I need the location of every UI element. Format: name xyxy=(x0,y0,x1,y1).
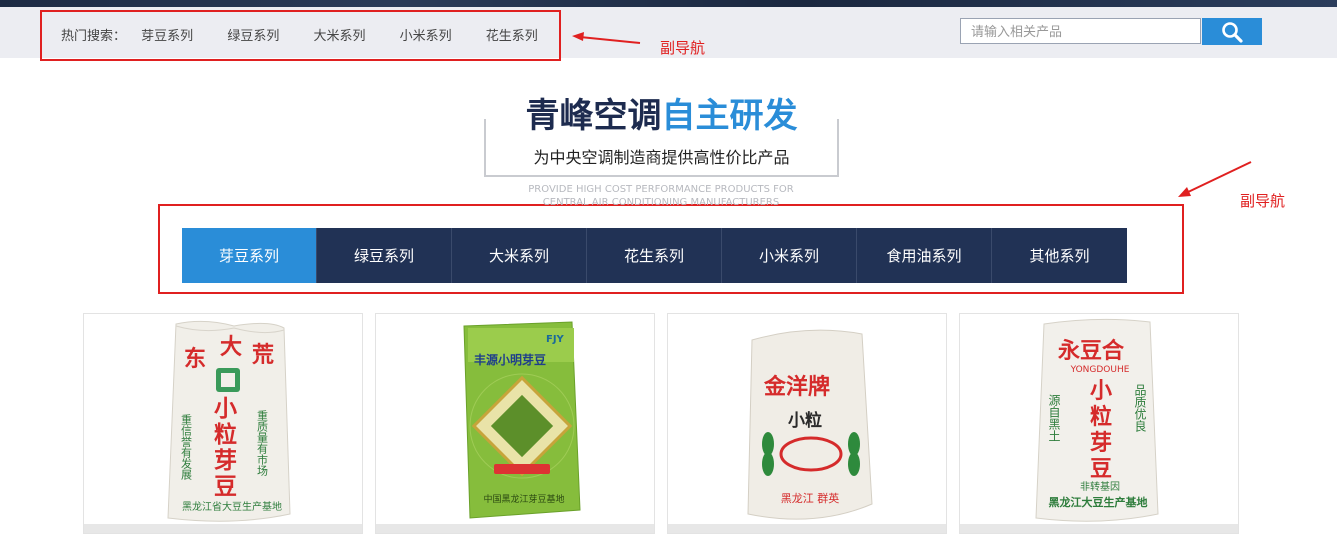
bag-bottom-text: 中国黑龙江芽豆基地 xyxy=(483,493,564,505)
bag-brand-text: 永豆合 xyxy=(1058,338,1125,364)
section-subtitle: 为中央空调制造商提供高性价比产品 xyxy=(533,148,790,167)
tab-peanut[interactable]: 花生系列 xyxy=(587,228,722,283)
bag-logo-text: FJY xyxy=(546,334,565,345)
product-card-footer xyxy=(960,524,1238,533)
tab-rice[interactable]: 大米系列 xyxy=(452,228,587,283)
bag-product-text: 小粒 xyxy=(788,410,822,431)
category-tabs: 芽豆系列 绿豆系列 大米系列 花生系列 小米系列 食用油系列 其他系列 xyxy=(182,228,1127,283)
search-button[interactable] xyxy=(1202,18,1262,45)
search-icon xyxy=(1222,21,1243,43)
bag-product-char-4: 豆 xyxy=(1090,456,1112,482)
bag-product-char-1: 小 xyxy=(1090,378,1112,404)
product-image-bag: 金洋牌 小粒 黑龙江 群英 xyxy=(747,329,873,520)
product-card[interactable]: 东 大 荒 小 粒 芽 豆 重信誉有发展 重质量有市场 黑龙江省大豆生产基地 xyxy=(83,313,363,534)
bag-product-char-2: 粒 xyxy=(1090,404,1112,430)
section-english-subtitle: PROVIDE HIGH COST PERFORMANCE PRODUCTS F… xyxy=(528,184,794,207)
bag-bottom-text: 黑龙江大豆生产基地 xyxy=(1049,495,1148,509)
search-field[interactable] xyxy=(960,18,1201,44)
bag-brand-text: 丰源小明芽豆 xyxy=(474,352,546,367)
bag-brand-char-1: 东 xyxy=(184,346,206,372)
bag-product-char-1: 小 xyxy=(214,395,237,422)
bag-brand-char-3: 荒 xyxy=(252,342,274,368)
annotation-label-middle: 副导航 xyxy=(1240,192,1286,210)
section-title: 青峰空调自主研发 xyxy=(484,92,839,140)
bag-product-char-3: 芽 xyxy=(214,447,237,474)
bag-side-right: 品质优良 xyxy=(1133,384,1147,433)
bag-product-char-3: 芽 xyxy=(1090,430,1112,456)
header-decoration-strip xyxy=(0,0,1337,7)
annotation-box-top xyxy=(40,10,561,61)
bag-logo xyxy=(216,368,240,392)
product-card-footer xyxy=(84,524,362,533)
bag-side-left: 重信誉有发展 xyxy=(180,413,193,481)
product-image-bag: 东 大 荒 小 粒 芽 豆 重信誉有发展 重质量有市场 黑龙江省大豆生产基地 xyxy=(167,320,291,522)
bag-bottom-text: 黑龙江省大豆生产基地 xyxy=(182,500,282,513)
tab-mung-bean[interactable]: 绿豆系列 xyxy=(317,228,452,283)
search-input[interactable] xyxy=(969,20,1198,44)
bag-product-char-4: 豆 xyxy=(214,473,237,500)
product-card[interactable]: FJY 丰源小明芽豆 中国黑龙江芽豆基地 xyxy=(375,313,655,534)
bag-tag: 非转基因 xyxy=(1080,480,1120,493)
product-image-bag: 永豆合 YONGDOUHE 小 粒 芽 豆 源自黑土 品质优良 非转基因 黑龙江… xyxy=(1035,318,1159,522)
product-card-footer xyxy=(376,524,654,533)
product-card-footer xyxy=(668,524,946,533)
bag-brand-en: YONGDOUHE xyxy=(1070,365,1130,375)
bag-product-char-2: 粒 xyxy=(214,421,237,448)
tab-sprout-bean[interactable]: 芽豆系列 xyxy=(182,228,317,283)
annotation-label-top: 副导航 xyxy=(660,39,706,57)
tab-cooking-oil[interactable]: 食用油系列 xyxy=(857,228,992,283)
bag-bottom-text: 黑龙江 群英 xyxy=(781,491,840,505)
bag-side-right: 重质量有市场 xyxy=(256,409,269,477)
product-image-bag: FJY 丰源小明芽豆 中国黑龙江芽豆基地 xyxy=(463,321,581,519)
section-title-part2: 自主研发 xyxy=(661,96,798,136)
product-card[interactable]: 永豆合 YONGDOUHE 小 粒 芽 豆 源自黑土 品质优良 非转基因 黑龙江… xyxy=(959,313,1239,534)
bag-brand-char-2: 大 xyxy=(220,334,242,360)
tab-millet[interactable]: 小米系列 xyxy=(722,228,857,283)
bag-side-left: 源自黑土 xyxy=(1047,394,1061,442)
bag-brand-text: 金洋牌 xyxy=(763,374,830,400)
section-title-part1: 青峰空调 xyxy=(525,96,662,136)
product-card[interactable]: 金洋牌 小粒 黑龙江 群英 xyxy=(667,313,947,534)
tab-other[interactable]: 其他系列 xyxy=(992,228,1127,283)
